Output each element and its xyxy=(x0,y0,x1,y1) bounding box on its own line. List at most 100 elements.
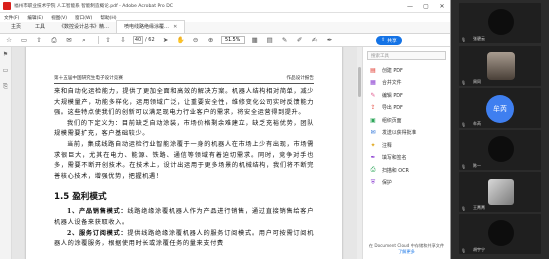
microphone-icon: 🎙 xyxy=(461,164,467,169)
tool-label: 创建 PDF xyxy=(382,67,403,74)
avatar xyxy=(488,9,514,35)
zoom-level[interactable]: 51.5% xyxy=(220,36,245,44)
bookmark-icon[interactable]: ⚑ xyxy=(3,51,8,58)
tool-item[interactable]: ⇪ 导出 PDF xyxy=(363,102,450,115)
tools-panel: 搜索工具 ▤ 创建 PDF ▦ 合并文件 ✎ 编辑 PDF ⇪ 导出 PDF ▣ 组织页面 ✉ 发送以… xyxy=(362,47,450,259)
avatar xyxy=(488,179,514,205)
highlight-icon[interactable]: ✍ xyxy=(310,35,320,45)
menu-edit[interactable]: 编辑(E) xyxy=(27,15,43,21)
share-label: 共享 xyxy=(387,39,397,44)
pdf-page: 第十五届中国研究生电子设计竞赛 作品设计报告 来和自动化运检能力，提供了更加全面… xyxy=(26,47,342,259)
running-head-right: 作品设计报告 xyxy=(286,76,314,81)
scroll-mode-icon[interactable]: ▤ xyxy=(265,35,275,45)
tab-tools[interactable]: 工具 xyxy=(28,23,52,33)
screen: 福州市职业技术学院 人工智能系 智能制造概论.pdf - Adobe Acrob… xyxy=(0,0,549,259)
search-icon[interactable]: ⌕ xyxy=(79,35,89,45)
maximize-icon[interactable]: ▢ xyxy=(418,3,434,10)
document-viewer[interactable]: 第十五届中国研究生电子设计竞赛 作品设计报告 来和自动化运检能力，提供了更加全面… xyxy=(12,47,362,259)
menu-bar: 文件(F) 编辑(E) 视图(V) 窗口(W) 帮助(H) xyxy=(0,13,450,22)
tool-item[interactable]: ▣ 组织页面 xyxy=(363,114,450,127)
avatar xyxy=(488,136,514,162)
microphone-icon: 🎙 xyxy=(461,122,467,127)
email-icon[interactable]: ✉ xyxy=(64,35,74,45)
page-thumbnails-icon[interactable]: ▭ xyxy=(3,67,9,74)
tool-item[interactable]: ⛨ 保护 xyxy=(363,177,450,190)
hand-tool-icon[interactable]: ✋ xyxy=(176,35,186,45)
microphone-icon: 🎙 xyxy=(461,37,467,42)
tab-document-active[interactable]: 喷电线路绝缘涂覆… ✕ xyxy=(116,20,186,33)
tab-bar: 主页 工具 《数控设计总书》精… 喷电线路绝缘涂覆… ✕ xyxy=(0,20,450,34)
tool-item[interactable]: ▤ 创建 PDF xyxy=(363,64,450,77)
attachment-icon[interactable]: ⎘ xyxy=(3,83,8,91)
list-item: 2、服务订阅模式：提供线路绝缘涂覆机器人的服务订阅模式。用户可按需订阅机器人的涂… xyxy=(54,229,314,250)
participant-tile[interactable]: 🎙 王菁菁 xyxy=(459,172,541,212)
select-tool-icon[interactable]: ➤ xyxy=(161,35,171,45)
participant-tile[interactable]: 牟芮 🎙 牟芮 xyxy=(459,88,541,128)
pen-icon[interactable]: ✐ xyxy=(295,35,305,45)
tool-item[interactable]: ⎙ 扫描和 OCR xyxy=(363,164,450,177)
save-icon[interactable]: ▭ xyxy=(19,35,29,45)
tool-label: 组织页面 xyxy=(382,117,402,124)
upload-icon[interactable]: ⇧ xyxy=(34,35,44,45)
participant-tile[interactable]: 🎙 周同 xyxy=(459,46,541,86)
minimize-icon[interactable]: — xyxy=(402,3,418,10)
microphone-icon: 🎙 xyxy=(461,80,467,85)
prev-page-icon[interactable]: ⇧ xyxy=(103,35,113,45)
tool-item[interactable]: ✦ 注释 xyxy=(363,139,450,152)
close-icon[interactable]: ✕ xyxy=(434,3,450,10)
item-term: 1、产品销售模式： xyxy=(67,208,128,216)
protect-icon: ⛨ xyxy=(370,178,376,186)
avatar xyxy=(488,220,514,246)
tool-label: 注释 xyxy=(382,142,392,149)
tool-label: 导出 PDF xyxy=(382,105,403,112)
tool-label: 编辑 PDF xyxy=(382,92,403,99)
page-number-input[interactable]: 40 xyxy=(133,36,143,44)
list-item: 1、产品销售模式：线路绝缘涂覆机器人作为产品进行销售，通过直接销售给客户机器人设… xyxy=(54,207,314,228)
tool-label: 保护 xyxy=(382,180,392,187)
participant-tile[interactable]: 🎙 张碧云 xyxy=(459,3,541,43)
tool-item[interactable]: ✎ 编辑 PDF xyxy=(363,89,450,102)
tool-item[interactable]: ✉ 发送以获得批准 xyxy=(363,127,450,140)
document-cloud-promo: 在 Document Cloud 中存储和共享文件 了解更多 xyxy=(367,243,446,255)
body-paragraph: 来和自动化运检能力，提供了更加全面和高效的解决方案。机器人结构相对简单，减少大规… xyxy=(54,88,314,117)
tool-item[interactable]: ▦ 合并文件 xyxy=(363,77,450,90)
running-head: 第十五届中国研究生电子设计竞赛 作品设计报告 xyxy=(54,75,314,84)
acrobat-window: 福州市职业技术学院 人工智能系 智能制造概论.pdf - Adobe Acrob… xyxy=(0,0,451,259)
share-button[interactable]: ⇪ 共享 xyxy=(376,36,402,45)
tool-label: 扫描和 OCR xyxy=(382,167,409,174)
learn-more-link[interactable]: 了解更多 xyxy=(367,249,446,255)
participant-name: 张碧云 xyxy=(473,36,485,41)
microphone-icon: 🎙 xyxy=(461,206,467,211)
comment-icon: ✦ xyxy=(370,141,376,149)
comment-tool-icon[interactable]: ✎ xyxy=(280,35,290,45)
scan-ocr-icon: ⎙ xyxy=(370,166,376,174)
sign-icon[interactable]: ✒ xyxy=(325,35,335,45)
zoom-out-icon[interactable]: ⊖ xyxy=(191,35,201,45)
meeting-participants-panel: 🎙 张碧云 🎙 周同 牟芮 🎙 牟芮 🎙 陈一 🎙 王菁菁 🎙 胡宇宁 xyxy=(451,0,549,259)
fill-sign-icon: ✒ xyxy=(370,154,376,162)
zoom-in-icon[interactable]: ⊕ xyxy=(206,35,216,45)
menu-help[interactable]: 帮助(H) xyxy=(100,15,116,21)
next-page-icon[interactable]: ⇩ xyxy=(118,35,128,45)
export-pdf-icon: ⇪ xyxy=(370,104,376,112)
menu-window[interactable]: 窗口(W) xyxy=(75,15,92,21)
create-pdf-icon: ▤ xyxy=(370,66,376,74)
body-paragraph: 我们的下定义为：目前缺乏自动涂装，市场价格剩余难建立，缺乏充裕优势，团队规模需要… xyxy=(54,119,314,138)
tab-close-icon[interactable]: ✕ xyxy=(173,24,177,30)
tools-search-input[interactable]: 搜索工具 xyxy=(367,51,446,60)
participant-tile[interactable]: 🎙 陈一 xyxy=(459,130,541,170)
star-icon[interactable]: ☆ xyxy=(4,35,14,45)
menu-file[interactable]: 文件(F) xyxy=(4,15,19,21)
send-for-approval-icon: ✉ xyxy=(370,129,376,137)
content-area: ⚑ ▭ ⎘ 第十五届中国研究生电子设计竞赛 作品设计报告 来和自动化运检能力，提… xyxy=(0,47,450,259)
combine-files-icon: ▦ xyxy=(370,79,376,87)
avatar xyxy=(487,52,515,80)
print-icon[interactable]: ⎙ xyxy=(49,35,59,45)
scroll-thumb[interactable] xyxy=(358,67,361,97)
tab-document[interactable]: 《数控设计总书》精… xyxy=(52,23,116,33)
menu-view[interactable]: 视图(V) xyxy=(51,15,67,21)
fit-page-icon[interactable]: ▦ xyxy=(250,35,260,45)
tool-item[interactable]: ✒ 填写和签名 xyxy=(363,152,450,165)
tab-home[interactable]: 主页 xyxy=(4,23,28,33)
participant-tile[interactable]: 🎙 胡宇宁 xyxy=(459,214,541,254)
